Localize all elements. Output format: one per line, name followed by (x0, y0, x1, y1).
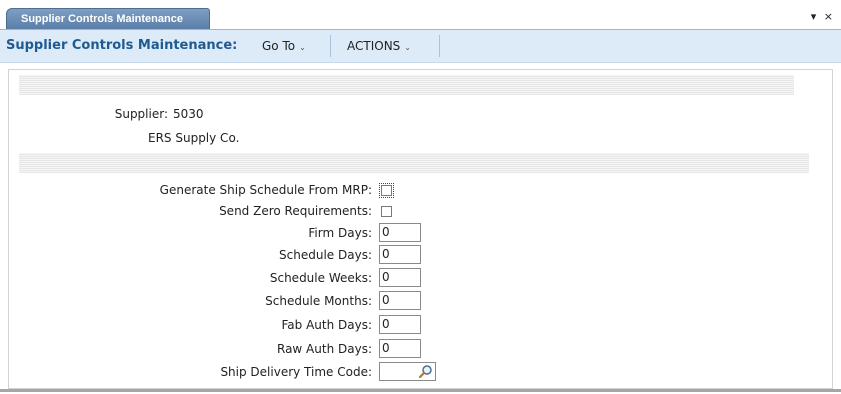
ship-delivery-time-code-input[interactable] (379, 362, 436, 381)
send-zero-requirements-checkbox[interactable] (381, 206, 392, 217)
toolbar-separator (439, 35, 440, 57)
dropdown-icon[interactable]: ▾ (811, 10, 819, 23)
section-header-band (19, 75, 794, 95)
fab-auth-days-input[interactable]: 0 (379, 315, 421, 334)
goto-menu-label: Go To (262, 39, 296, 53)
goto-menu[interactable]: Go To ⌄ (262, 39, 306, 53)
firm-days-input[interactable]: 0 (379, 223, 421, 242)
supplier-label: Supplier: (114, 107, 168, 121)
generate-ship-schedule-label: Generate Ship Schedule From MRP: (159, 183, 372, 197)
tab-strip: Supplier Controls Maintenance ▾ × (0, 0, 841, 30)
tab-label: Supplier Controls Maintenance (21, 13, 183, 25)
generate-ship-schedule-checkbox[interactable] (379, 183, 394, 198)
tab-supplier-controls-maintenance[interactable]: Supplier Controls Maintenance (6, 8, 210, 29)
schedule-months-label: Schedule Months: (265, 294, 372, 308)
actions-menu[interactable]: ACTIONS ⌄ (347, 39, 411, 53)
schedule-days-label: Schedule Days: (279, 248, 372, 262)
schedule-days-input[interactable]: 0 (379, 245, 421, 264)
send-zero-requirements-label: Send Zero Requirements: (219, 204, 372, 218)
bottom-border (0, 389, 841, 392)
toolbar: Supplier Controls Maintenance: Go To ⌄ AC… (0, 30, 841, 63)
chevron-down-icon: ⌄ (299, 43, 306, 52)
page-title: Supplier Controls Maintenance: (6, 38, 238, 53)
ship-delivery-time-code-label: Ship Delivery Time Code: (220, 365, 372, 379)
firm-days-label: Firm Days: (308, 226, 372, 240)
chevron-down-icon: ⌄ (404, 43, 411, 52)
search-icon[interactable] (418, 364, 433, 379)
close-icon[interactable]: × (824, 10, 835, 23)
schedule-weeks-label: Schedule Weeks: (269, 271, 372, 285)
raw-auth-days-input[interactable]: 0 (379, 339, 421, 358)
actions-menu-label: ACTIONS (347, 39, 401, 53)
schedule-weeks-input[interactable]: 0 (379, 268, 421, 287)
toolbar-separator (330, 35, 331, 57)
fab-auth-days-label: Fab Auth Days: (281, 318, 372, 332)
section-header-band (19, 153, 809, 173)
window-controls: ▾ × (811, 10, 835, 23)
raw-auth-days-label: Raw Auth Days: (277, 342, 372, 356)
form-panel: Supplier: 5030 ERS Supply Co. Generate S… (8, 69, 833, 389)
supplier-name: ERS Supply Co. (148, 131, 240, 145)
supplier-code: 5030 (173, 107, 204, 121)
schedule-months-input[interactable]: 0 (379, 291, 421, 310)
